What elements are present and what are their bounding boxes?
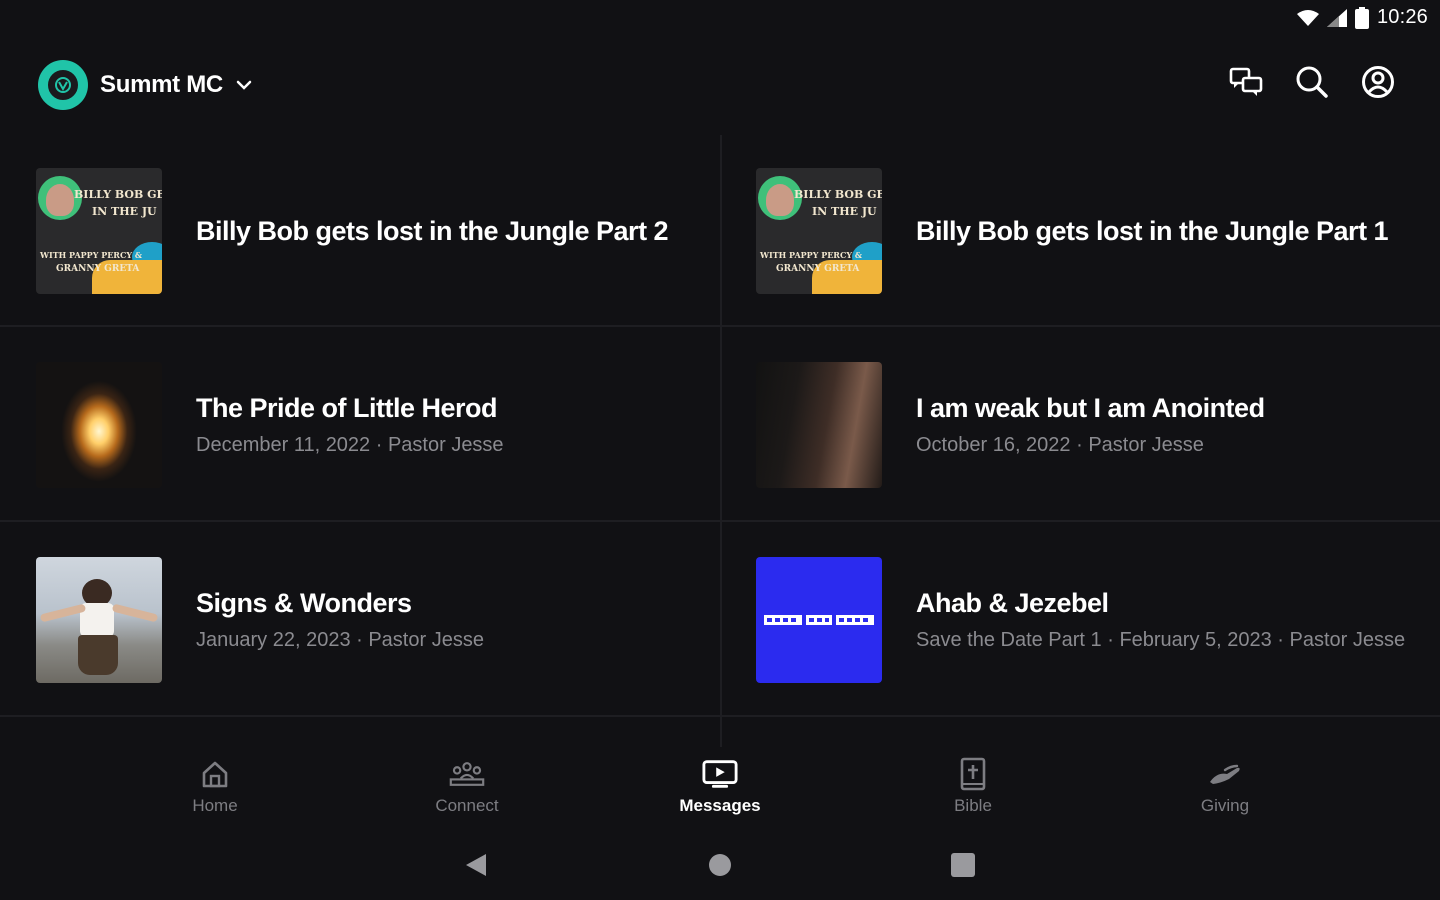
message-thumbnail [36,557,162,683]
message-title: Ahab & Jezebel [916,588,1109,618]
org-name: Summt MC [100,71,223,98]
nav-bible[interactable]: Bible [903,740,1043,816]
message-meta: December 11, 2022 · Pastor Jesse [196,434,504,456]
message-card[interactable]: Ahab & Jezebel Save the Date Part 1 · Fe… [756,557,1440,683]
nav-label: Home [192,796,238,815]
cell-signal-icon [1326,8,1347,27]
message-meta: October 16, 2022 · Pastor Jesse [916,434,1204,456]
message-title: I am weak but I am Anointed [916,393,1265,423]
messages-grid: BILLY BOB GE IN THE JU WITH PAPPY PERCY … [0,135,1440,747]
thumbnail-text: GRANNY GRETA [776,264,860,274]
nav-home[interactable]: Home [145,740,285,816]
back-button[interactable] [456,850,496,880]
status-bar: 10:26 [0,0,1440,40]
people-icon [449,762,485,786]
search-icon [1296,66,1328,98]
home-system-button[interactable] [700,850,740,880]
org-logo [38,60,88,110]
bottom-navigation: Home Connect Messages Bible Giving [0,740,1440,830]
thumbnail-text: BILLY BOB GE [74,188,162,201]
save-the-date-graphic [764,615,874,625]
battery-icon [1354,6,1369,29]
message-title: Billy Bob gets lost in the Jungle Part 2 [196,215,669,246]
message-card[interactable]: I am weak but I am Anointed October 16, … [756,362,1440,488]
nav-label: Giving [1200,796,1250,815]
message-title: Billy Bob gets lost in the Jungle Part 1 [916,215,1389,246]
recents-button[interactable] [943,850,983,880]
message-card[interactable]: BILLY BOB GE IN THE JU WITH PAPPY PERCY … [756,168,1440,294]
nav-giving[interactable]: Giving [1155,740,1295,816]
header-actions [1228,64,1396,100]
message-thumbnail [756,362,882,488]
thumbnail-text: GRANNY GRETA [56,264,140,274]
nav-messages[interactable]: Messages [650,740,790,816]
nav-label: Connect [435,796,499,815]
row-divider [0,325,1440,327]
home-circle-icon [709,854,731,876]
message-thumbnail: BILLY BOB GE IN THE JU WITH PAPPY PERCY … [756,168,882,294]
tv-play-icon [702,760,738,788]
message-card[interactable]: Signs & Wonders January 22, 2023 · Pasto… [36,557,756,683]
system-navigation-bar [0,840,1440,890]
org-logo-mark-icon [55,77,71,93]
message-meta: January 22, 2023 · Pastor Jesse [196,629,484,651]
row-divider [0,715,1440,717]
recents-square-icon [951,853,975,877]
account-icon [1362,66,1394,98]
search-button[interactable] [1294,64,1330,100]
status-time: 10:26 [1376,6,1428,28]
message-thumbnail [756,557,882,683]
thumbnail-text: BILLY BOB GE [794,188,882,201]
giving-hand-icon [1210,764,1240,784]
nav-connect[interactable]: Connect [397,740,537,816]
thumbnail-text: IN THE JU [812,205,877,218]
nav-label: Bible [954,796,992,815]
home-icon [202,761,228,788]
bible-icon [960,757,986,791]
message-title: Signs & Wonders [196,588,412,618]
back-triangle-icon [466,854,486,876]
status-icons: 10:26 [1296,6,1428,29]
thumbnail-text: IN THE JU [92,205,157,218]
message-meta: Save the Date Part 1 · February 5, 2023 … [916,629,1406,651]
nav-label: Messages [679,796,761,815]
org-switcher[interactable]: Summt MC [38,60,253,110]
thumbnail-text: WITH PAPPY PERCY & [760,250,863,260]
row-divider [0,520,1440,522]
chevron-down-icon [236,80,252,90]
chat-icon [1229,67,1263,96]
message-thumbnail: BILLY BOB GE IN THE JU WITH PAPPY PERCY … [36,168,162,294]
app-header: Summt MC [0,52,1440,118]
message-title: The Pride of Little Herod [196,393,498,423]
chat-button[interactable] [1228,64,1264,100]
thumbnail-text: WITH PAPPY PERCY & [40,250,143,260]
message-thumbnail [36,362,162,488]
account-button[interactable] [1360,64,1396,100]
wifi-icon [1296,9,1319,26]
message-card[interactable]: The Pride of Little Herod December 11, 2… [36,362,756,488]
message-card[interactable]: BILLY BOB GE IN THE JU WITH PAPPY PERCY … [36,168,756,294]
